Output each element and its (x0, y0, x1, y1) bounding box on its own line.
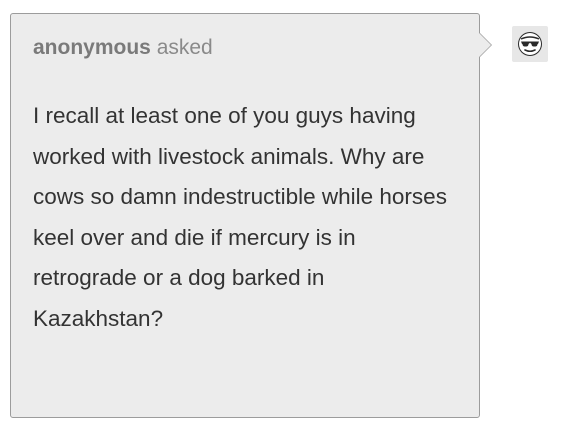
asked-label: asked (156, 36, 213, 59)
asker-line: anonymous asked (33, 36, 213, 60)
question-text: I recall at least one of you guys having… (33, 103, 447, 331)
asker-name[interactable]: anonymous (33, 36, 151, 59)
anonymous-sunglasses-avatar-icon[interactable] (512, 26, 548, 62)
ask-bubble: anonymous asked I recall at least one of… (10, 13, 480, 418)
